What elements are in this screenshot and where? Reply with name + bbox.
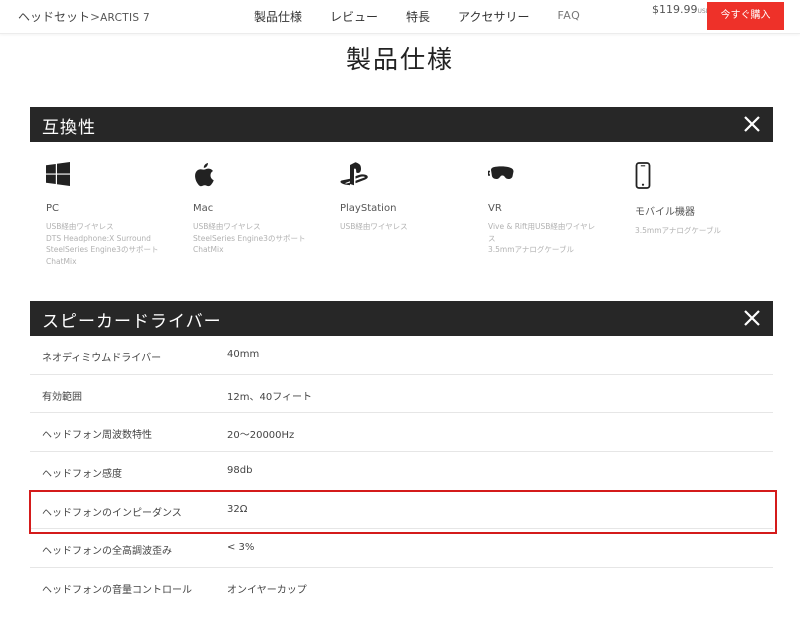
spec-table: ネオディミウムドライバー 40mm 有効範囲 12m、40フィート ヘッドフォン…: [30, 336, 773, 607]
platform-mac: Mac USB経由ワイヤレス SteelSeries Engine3のサポート …: [193, 162, 338, 256]
spec-label: ヘッドフォンの音量コントロール: [42, 585, 192, 597]
platform-playstation: PlayStation USB経由ワイヤレス: [340, 162, 485, 233]
platform-features: 3.5mmアナログケーブル: [635, 225, 780, 237]
platform-pc: PC USB経由ワイヤレス DTS Headphone:X Surround S…: [46, 162, 191, 268]
spec-value: 32Ω: [227, 503, 248, 515]
speaker-section-header[interactable]: スピーカードライバー: [30, 301, 773, 336]
nav-links: 製品仕様 レビュー 特長 アクセサリー FAQ: [254, 8, 608, 25]
platform-feature: USB経由ワイヤレス: [340, 222, 408, 231]
spec-row: ヘッドフォン感度 98db: [30, 452, 773, 491]
platform-name: モバイル機器: [635, 207, 695, 218]
buy-now-button[interactable]: 今すぐ購入: [707, 2, 784, 30]
compat-platforms: PC USB経由ワイヤレス DTS Headphone:X Surround S…: [46, 162, 776, 282]
spec-value: 12m、40フィート: [227, 391, 312, 403]
nav-link-reviews[interactable]: レビュー: [330, 8, 378, 25]
price-value: $119.99: [652, 3, 698, 16]
spec-label: ヘッドフォン周波数特性: [42, 430, 152, 442]
platform-feature: ChatMix: [193, 245, 224, 255]
platform-name: Mac: [193, 203, 214, 214]
platform-features: Vive & Rift用USB経由ワイヤレ ス 3.5mmアナログケーブル: [488, 221, 633, 256]
platform-mobile: モバイル機器 3.5mmアナログケーブル: [635, 162, 780, 237]
spec-value: オンイヤーカップ: [227, 585, 307, 597]
breadcrumb-separator: >: [90, 10, 101, 24]
breadcrumb-category[interactable]: ヘッドセット: [18, 10, 90, 24]
spec-row: ネオディミウムドライバー 40mm: [30, 336, 773, 375]
compat-section-header[interactable]: 互換性: [30, 107, 773, 142]
page-title: 製品仕様: [345, 45, 454, 74]
platform-vr: VR Vive & Rift用USB経由ワイヤレ ス 3.5mmアナログケーブル: [487, 162, 633, 256]
spec-row: ヘッドフォン周波数特性 20〜20000Hz: [30, 413, 773, 453]
platform-name: PC: [46, 203, 60, 214]
speaker-section-title: スピーカードライバー: [42, 312, 222, 332]
spec-row: ヘッドフォンの音量コントロール オンイヤーカップ: [30, 568, 773, 607]
spec-row: 有効範囲 12m、40フィート: [30, 375, 773, 414]
platform-feature: 3.5mmアナログケーブル: [635, 226, 721, 235]
breadcrumb-product: ARCTIS 7: [100, 12, 150, 24]
breadcrumb: ヘッドセット>ARCTIS 7: [18, 8, 150, 25]
close-icon[interactable]: [743, 115, 761, 133]
platform-feature: SteelSeries Engine3のサポート: [193, 233, 306, 243]
playstation-icon: [340, 162, 485, 190]
platform-feature: 3.5mmアナログケーブル: [488, 245, 574, 255]
platform-feature: SteelSeries Engine3のサポート: [46, 245, 159, 255]
platform-feature: ス: [488, 233, 496, 243]
nav-link-accessories[interactable]: アクセサリー: [458, 8, 529, 25]
spec-label: ヘッドフォン感度: [42, 469, 122, 481]
spec-label: ヘッドフォンのインピーダンス: [42, 507, 182, 519]
spec-label: ネオディミウムドライバー: [42, 353, 162, 364]
spec-value: 40mm: [227, 349, 260, 360]
top-nav: ヘッドセット>ARCTIS 7 製品仕様 レビュー 特長 アクセサリー FAQ …: [0, 0, 800, 34]
spec-row: ヘッドフォンの全高調波歪み < 3%: [30, 529, 773, 569]
platform-feature: ChatMix: [46, 256, 77, 266]
compat-section-title: 互換性: [42, 118, 96, 138]
nav-link-features[interactable]: 特長: [406, 8, 430, 25]
platform-feature: USB経由ワイヤレス: [193, 222, 261, 231]
nav-link-specs[interactable]: 製品仕様: [254, 8, 302, 25]
spec-value: < 3%: [227, 542, 255, 554]
vr-headset-icon: [487, 162, 633, 190]
apple-icon: [193, 162, 338, 190]
platform-features: USB経由ワイヤレス SteelSeries Engine3のサポート Chat…: [193, 221, 338, 256]
nav-link-faq[interactable]: FAQ: [557, 9, 580, 25]
platform-feature: Vive & Rift用USB経由ワイヤレ: [488, 222, 596, 231]
close-icon[interactable]: [743, 309, 761, 327]
spec-row-impedance: ヘッドフォンのインピーダンス 32Ω: [30, 491, 773, 530]
mobile-phone-icon: [635, 162, 780, 190]
platform-name: PlayStation: [340, 203, 397, 214]
platform-features: USB経由ワイヤレス DTS Headphone:X Surround Stee…: [46, 221, 191, 268]
windows-icon: [46, 162, 191, 190]
platform-name: VR: [488, 203, 502, 214]
platform-feature: DTS Headphone:X Surround: [46, 233, 151, 243]
spec-value: 98db: [227, 465, 253, 477]
platform-features: USB経由ワイヤレス: [340, 221, 485, 233]
price: $119.99USD: [652, 3, 710, 16]
platform-feature: USB経由ワイヤレス: [46, 222, 114, 231]
spec-value: 20〜20000Hz: [227, 430, 295, 442]
spec-label: ヘッドフォンの全高調波歪み: [42, 546, 172, 558]
spec-label: 有効範囲: [42, 391, 82, 403]
